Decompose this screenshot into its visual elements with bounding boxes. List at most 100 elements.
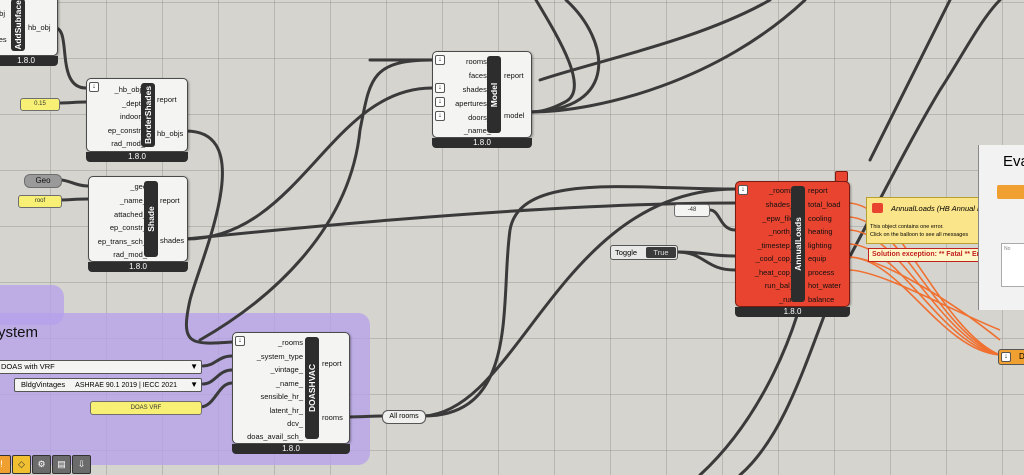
bordershades-component[interactable]: ↓ _hb_objs _depth indoor_ ep_constr_ rad… [86,78,188,162]
balloon-line1: This object contains one error. [870,224,944,230]
output-hb-objs[interactable]: hb_objs [157,129,183,138]
geo-param[interactable]: Geo [24,174,62,188]
input-ep-constr[interactable]: ep_constr_ [110,223,147,232]
roof-name-panel[interactable]: roof [18,195,62,208]
wire-top-model2 [528,0,576,114]
arrow-down-icon[interactable]: ↓ [435,97,445,107]
dropdown-arrow-icon[interactable]: ▼ [190,381,198,389]
annualloads-title-bar[interactable]: AnnualLoads [791,186,805,302]
input-timestep[interactable]: _timestep_ [757,241,794,250]
arrow-down-icon[interactable]: ↓ [1001,352,1011,362]
bottom-right-component[interactable]: ↓ D [998,349,1024,365]
run-toggle[interactable]: Toggle True [610,245,678,260]
north-panel[interactable]: -48 [674,204,710,217]
output-report[interactable]: report [157,95,177,104]
wire-roof-name [58,197,90,202]
addsubface-title-bar[interactable]: AddSubface [11,0,25,51]
input-vintage[interactable]: _vintage_ [270,365,303,374]
input-ep-constr[interactable]: ep_constr_ [108,126,145,135]
wire-rooms-annual [422,187,737,418]
input-name[interactable]: _name_ [120,196,147,205]
grasshopper-canvas[interactable]: ystem bj es AddSubface hb_obj 1.8.0 ↓ _h… [0,0,1024,475]
wire-addsubface-bordershades [53,26,88,90]
input-epw-file[interactable]: _epw_file [762,214,794,223]
arrow-down-icon[interactable]: ↓ [235,336,245,346]
output-lighting[interactable]: lighting [808,241,832,250]
model-component[interactable]: ↓ rooms_ faces_ ↓ shades_ ↓ apertures_ ↓… [432,51,532,148]
bordershades-title-bar[interactable]: BorderShades [141,83,155,147]
output-shades[interactable]: shades [160,236,184,245]
output-report[interactable]: report [160,196,180,205]
input-cool-cop[interactable]: _cool_cop_ [756,254,794,263]
annualloads-component[interactable]: ↓ _rooms shades_ _epw_file _north_ _time… [735,181,850,317]
output-balance[interactable]: balance [808,295,834,304]
input-shades[interactable]: shades_ [766,200,794,209]
input-dcv[interactable]: dcv_ [287,419,303,428]
depth-panel[interactable]: 0.15 [20,98,60,111]
filter-icon[interactable]: ◇ [12,455,31,474]
side-panel-note: No [1001,243,1024,287]
input-ep-trans-sch[interactable]: ep_trans_sch_ [98,237,147,246]
input-system-type[interactable]: _system_type [257,352,303,361]
wire-north [708,208,737,232]
output-report[interactable]: report [808,186,828,195]
side-panel-orange-button[interactable] [997,185,1024,199]
side-panel[interactable]: Eva No [978,145,1024,310]
input-attached[interactable]: attached_ [114,210,147,219]
input-name[interactable]: _name_ [276,379,303,388]
output-rooms[interactable]: rooms [322,413,343,422]
addsubface-component[interactable]: obj ces AddSubface hb_obj 1.8.0 [0,0,58,66]
input-sensible-hr[interactable]: sensible_hr_ [260,392,303,401]
input-rad-mod[interactable]: rad_mod_ [111,139,145,148]
document-icon[interactable]: ▤ [52,455,71,474]
settings-icon[interactable]: ⚙ [32,455,51,474]
output-hb-obj[interactable]: hb_obj [28,23,51,32]
input-heat-cop[interactable]: _heat_cop_ [755,268,794,277]
vintage-prefix: BldgVintages [21,380,66,389]
input-apertures[interactable]: apertures_ [455,99,491,108]
arrow-down-icon[interactable]: ↓ [435,111,445,121]
wire-shade-geo [58,178,90,188]
output-report[interactable]: report [504,71,524,80]
all-rooms-relay[interactable]: All rooms [382,410,426,424]
output-report[interactable]: report [322,359,342,368]
arrow-down-icon[interactable]: ↓ [89,82,99,92]
doashvac-version: 1.8.0 [232,444,350,454]
arrow-down-icon[interactable]: ↓ [435,55,445,65]
model-title-bar[interactable]: Model [487,56,501,133]
input-obj[interactable]: obj [0,9,5,18]
arrow-down-icon[interactable]: ↓ [738,185,748,195]
doas-name-panel[interactable]: DOAS VRF [90,401,202,415]
output-heating[interactable]: heating [808,227,833,236]
arrow-down-icon[interactable]: ↓ [435,83,445,93]
system-type-dropdown[interactable]: DOAS with VRF ▼ [0,360,202,374]
output-process[interactable]: process [808,268,834,277]
input-doas-avail-sch[interactable]: doas_avail_sch_ [247,432,303,441]
output-cooling[interactable]: cooling [808,214,832,223]
input-latent-hr[interactable]: latent_hr_ [270,406,303,415]
doashvac-component[interactable]: ↓ _rooms _system_type _vintage_ _name_ s… [232,332,350,454]
wire-doas-relay [346,414,384,419]
balloon-error-icon [872,203,883,213]
output-hot-water[interactable]: hot_water [808,281,841,290]
error-flag-icon[interactable] [835,171,848,182]
warning-icon[interactable]: ! [0,455,11,474]
wire-model-rooms [198,58,434,342]
input-rad-mod[interactable]: rad_mod_ [113,250,147,259]
shade-title-bar[interactable]: Shade [144,181,158,257]
output-total-load[interactable]: total_load [808,200,841,209]
toggle-value[interactable]: True [646,247,676,258]
download-icon[interactable]: ⇩ [72,455,91,474]
wire-doasname [198,381,234,409]
model-title: Model [489,82,499,107]
vintage-dropdown[interactable]: BldgVintages ASHRAE 90.1 2019 | IECC 202… [14,378,202,392]
output-model[interactable]: model [504,111,524,120]
input-ces[interactable]: ces [0,35,7,44]
input-run-bal[interactable]: run_bal_ [765,281,794,290]
doashvac-title-bar[interactable]: DOASHVAC [305,337,319,439]
shade-title: Shade [146,206,156,232]
output-equip[interactable]: equip [808,254,826,263]
input-rooms[interactable]: _rooms [278,338,303,347]
dropdown-arrow-icon[interactable]: ▼ [190,363,198,371]
shade-component[interactable]: _geo _name_ attached_ ep_constr_ ep_tran… [88,176,188,272]
